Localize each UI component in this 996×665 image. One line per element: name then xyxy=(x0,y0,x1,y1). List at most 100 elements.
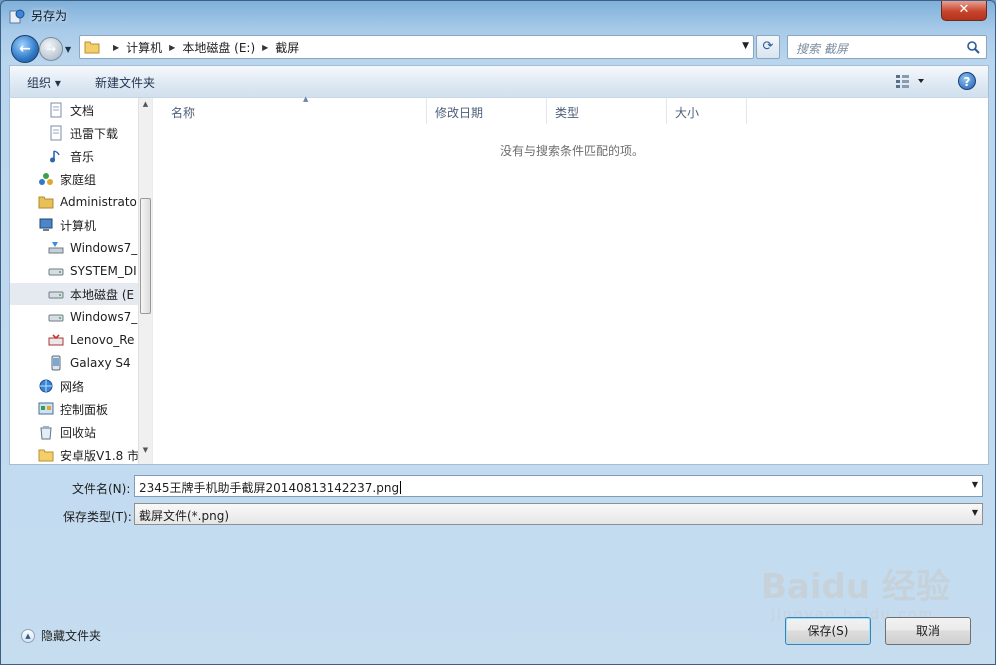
filename-field[interactable]: 2345王牌手机助手截屏20140813142237.png ▼ xyxy=(134,475,983,497)
breadcrumb-separator-icon[interactable]: ▶ xyxy=(113,43,119,52)
browser-panes: 文档迅雷下载音乐家庭组 Administrato 计算机 Windows7_ SYSTE… xyxy=(9,95,989,465)
search-icon[interactable] xyxy=(967,41,980,54)
control-panel-icon xyxy=(38,402,54,415)
filetype-label: 保存类型(T): xyxy=(63,510,132,524)
sidebar-item[interactable]: 文档 xyxy=(10,99,138,121)
sidebar-item[interactable]: 家庭组 xyxy=(10,168,138,190)
sidebar-item-label: SYSTEM_DI xyxy=(70,264,137,278)
sidebar-item-label: 音乐 xyxy=(70,149,95,164)
command-bar: 组织 ▾ 新建文件夹 ? xyxy=(9,65,989,97)
sidebar-item[interactable]: 计算机 xyxy=(10,214,138,236)
title-bar[interactable]: 另存为 ✕ xyxy=(1,1,995,31)
system-drive-icon xyxy=(48,242,64,254)
sidebar-item[interactable]: Windows7_ xyxy=(10,306,138,328)
sidebar-item[interactable]: 回收站 xyxy=(10,421,138,443)
breadcrumb-separator-icon[interactable]: ▶ xyxy=(262,43,268,52)
sidebar-item-label: Lenovo_Re xyxy=(70,333,135,347)
drive-icon xyxy=(48,268,64,276)
filetype-value: 截屏文件(*.png) xyxy=(139,509,230,523)
folder-icon xyxy=(84,41,100,54)
column-header-date-modified[interactable]: 修改日期 xyxy=(427,98,547,124)
help-icon[interactable]: ? xyxy=(958,72,976,90)
recovery-drive-icon xyxy=(48,334,64,346)
address-dropdown-icon[interactable]: ▼ xyxy=(742,41,749,51)
filetype-select[interactable]: 截屏文件(*.png) ▼ xyxy=(134,503,983,525)
sidebar-item[interactable]: 安卓版V1.8 市 xyxy=(10,444,138,464)
sidebar-item-label: Administrato xyxy=(60,195,137,209)
organize-button[interactable]: 组织 ▾ xyxy=(27,74,61,91)
sidebar-item[interactable]: Windows7_ xyxy=(10,237,138,259)
sidebar-item-label: Windows7_ xyxy=(70,310,138,324)
sidebar-item[interactable]: Administrato xyxy=(10,191,138,213)
sidebar-item-label: 安卓版V1.8 市 xyxy=(60,448,138,463)
column-header-label: 名称 xyxy=(171,106,196,120)
sidebar-item-label: 迅雷下载 xyxy=(70,126,119,141)
breadcrumb-computer[interactable]: 计算机 xyxy=(126,39,162,56)
filename-value: 2345王牌手机助手截屏20140813142237.png xyxy=(139,481,400,495)
drive-icon xyxy=(48,314,64,322)
scroll-down-icon[interactable]: ▼ xyxy=(139,446,152,462)
save-button[interactable]: 保存(S) xyxy=(785,617,871,645)
breadcrumb-screenshots[interactable]: 截屏 xyxy=(275,39,299,56)
sidebar-item[interactable]: Galaxy S4 xyxy=(10,352,138,374)
breadcrumb-drive-e[interactable]: 本地磁盘 (E:) xyxy=(182,39,255,56)
cancel-button[interactable]: 取消 xyxy=(885,617,971,645)
recycle-bin-icon xyxy=(40,426,52,440)
search-input[interactable]: 搜索 截屏 xyxy=(787,35,987,59)
window-title: 另存为 xyxy=(31,9,68,23)
forward-button[interactable]: → xyxy=(39,37,63,61)
recent-pages-dropdown-icon[interactable]: ▼ xyxy=(65,45,71,54)
sidebar-item[interactable]: 本地磁盘 (E xyxy=(10,283,138,305)
sidebar-item-label: 计算机 xyxy=(60,218,97,233)
phone-icon xyxy=(51,355,61,371)
sidebar-item[interactable]: Lenovo_Re xyxy=(10,329,138,351)
sidebar-item-label: 回收站 xyxy=(60,425,97,440)
hide-folders-toggle[interactable]: ▲ 隐藏文件夹 xyxy=(21,627,101,644)
user-folder-icon xyxy=(38,196,54,209)
address-bar[interactable]: ▶ 计算机 ▶ 本地磁盘 (E:) ▶ 截屏 ▼ xyxy=(79,35,754,59)
homegroup-icon xyxy=(39,173,53,185)
collapse-up-icon: ▲ xyxy=(21,628,35,643)
sidebar-item-label: 网络 xyxy=(60,379,85,394)
sidebar-item[interactable]: 网络 xyxy=(10,375,138,397)
computer-icon xyxy=(39,218,53,231)
music-icon xyxy=(50,150,60,163)
network-icon xyxy=(39,379,53,393)
column-header-size[interactable]: 大小 xyxy=(667,98,747,124)
new-folder-button[interactable]: 新建文件夹 xyxy=(95,74,155,91)
scroll-up-icon[interactable]: ▲ xyxy=(139,100,152,116)
close-button[interactable]: ✕ xyxy=(941,1,987,21)
save-as-dialog: 另存为 ✕ ← → ▼ ▶ 计算机 ▶ 本地磁盘 (E:) ▶ 截屏 ▼ ⟳ 搜… xyxy=(0,0,996,665)
sidebar-item[interactable]: 控制面板 xyxy=(10,398,138,420)
drive-icon xyxy=(48,291,64,299)
file-list[interactable]: ▲ 名称 修改日期 类型 大小 没有与搜索条件匹配的项。 xyxy=(152,95,988,464)
document-icon xyxy=(50,102,62,118)
navigation-scrollbar[interactable]: ▲ ▼ xyxy=(138,98,152,464)
hide-folders-label: 隐藏文件夹 xyxy=(41,629,102,643)
sidebar-item-label: 家庭组 xyxy=(60,172,97,187)
breadcrumb-separator-icon[interactable]: ▶ xyxy=(169,43,175,52)
sidebar-item-label: 本地磁盘 (E xyxy=(70,287,135,302)
watermark-logo: Baidu 经验 xyxy=(761,567,950,607)
sidebar-item[interactable]: 迅雷下载 xyxy=(10,122,138,144)
filetype-dropdown-icon[interactable]: ▼ xyxy=(972,508,978,517)
sort-ascending-icon: ▲ xyxy=(303,95,309,103)
sidebar-item[interactable]: SYSTEM_DI xyxy=(10,260,138,282)
save-as-icon xyxy=(9,9,25,24)
column-header-name[interactable]: ▲ 名称 xyxy=(163,95,427,124)
sidebar-item-label: Galaxy S4 xyxy=(70,356,131,370)
empty-folder-message: 没有与搜索条件匹配的项。 xyxy=(500,144,645,158)
column-header-type[interactable]: 类型 xyxy=(547,98,667,124)
refresh-button[interactable]: ⟳ xyxy=(756,35,780,59)
folder-icon xyxy=(38,449,54,462)
scroll-thumb[interactable] xyxy=(140,198,151,314)
filename-dropdown-icon[interactable]: ▼ xyxy=(972,480,978,489)
navigation-bar: ← → ▼ ▶ 计算机 ▶ 本地磁盘 (E:) ▶ 截屏 ▼ ⟳ 搜索 截屏 xyxy=(1,31,995,63)
back-button[interactable]: ← xyxy=(11,35,39,63)
sidebar-item-label: 文档 xyxy=(70,103,95,118)
view-options-button[interactable] xyxy=(895,74,925,91)
navigation-pane: 文档迅雷下载音乐家庭组 Administrato 计算机 Windows7_ SYSTE… xyxy=(10,98,152,464)
filename-label: 文件名(N): xyxy=(72,482,131,496)
view-list-icon xyxy=(896,75,924,88)
sidebar-item[interactable]: 音乐 xyxy=(10,145,138,167)
